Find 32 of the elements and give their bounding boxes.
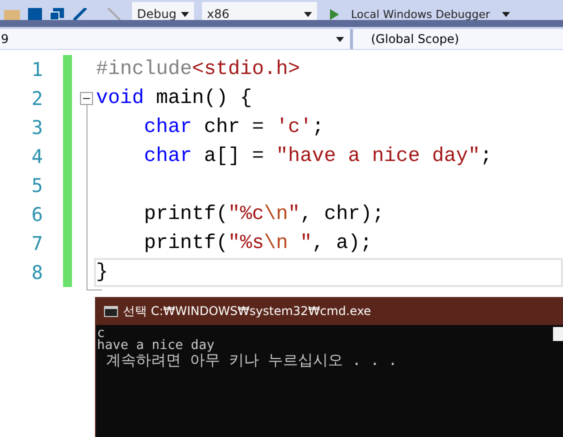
- line-number: 5: [30, 174, 44, 198]
- code-line: void main() {: [96, 87, 252, 110]
- collapse-icon[interactable]: [80, 92, 93, 105]
- console-output: c: [97, 328, 105, 340]
- caret-icon: [502, 12, 510, 16]
- window-title: 선택 C:₩WINDOWS₩system32₩cmd.exe: [123, 303, 372, 320]
- console-output: have a nice day: [97, 340, 214, 352]
- save-all-icon[interactable]: [50, 8, 64, 20]
- console-output: 계속하려면 아무 키나 누르십시오 . . .: [105, 352, 398, 368]
- line-number: 1: [30, 58, 44, 82]
- play-icon: [330, 8, 339, 20]
- line-number: 4: [30, 144, 44, 170]
- code-line: char a[] = "have a nice day";: [144, 145, 492, 168]
- caret-icon: [304, 12, 312, 16]
- project-dropdown[interactable]: 9: [0, 29, 350, 49]
- code-line: printf("%c\n", chr);: [144, 203, 384, 226]
- code-line: printf("%s\n ", a);: [144, 232, 372, 255]
- console-icon: [104, 306, 118, 317]
- line-number: 8: [30, 260, 44, 286]
- line-number: 3: [30, 116, 44, 140]
- code-line: char chr = 'c';: [144, 116, 324, 139]
- caret-icon: [336, 36, 344, 42]
- scope-dropdown[interactable]: (Global Scope): [353, 29, 553, 49]
- line-number: 2: [30, 86, 44, 112]
- caret-icon: [181, 12, 189, 16]
- line-number: 7: [30, 232, 44, 256]
- code-line: }: [96, 261, 108, 284]
- platform-dropdown[interactable]: x86: [202, 2, 317, 20]
- console-cursor: [553, 327, 563, 341]
- debugger-button[interactable]: Local Windows Debugger: [325, 2, 515, 20]
- code-line: #include<stdio.h>: [96, 58, 300, 81]
- line-number: 6: [30, 202, 44, 228]
